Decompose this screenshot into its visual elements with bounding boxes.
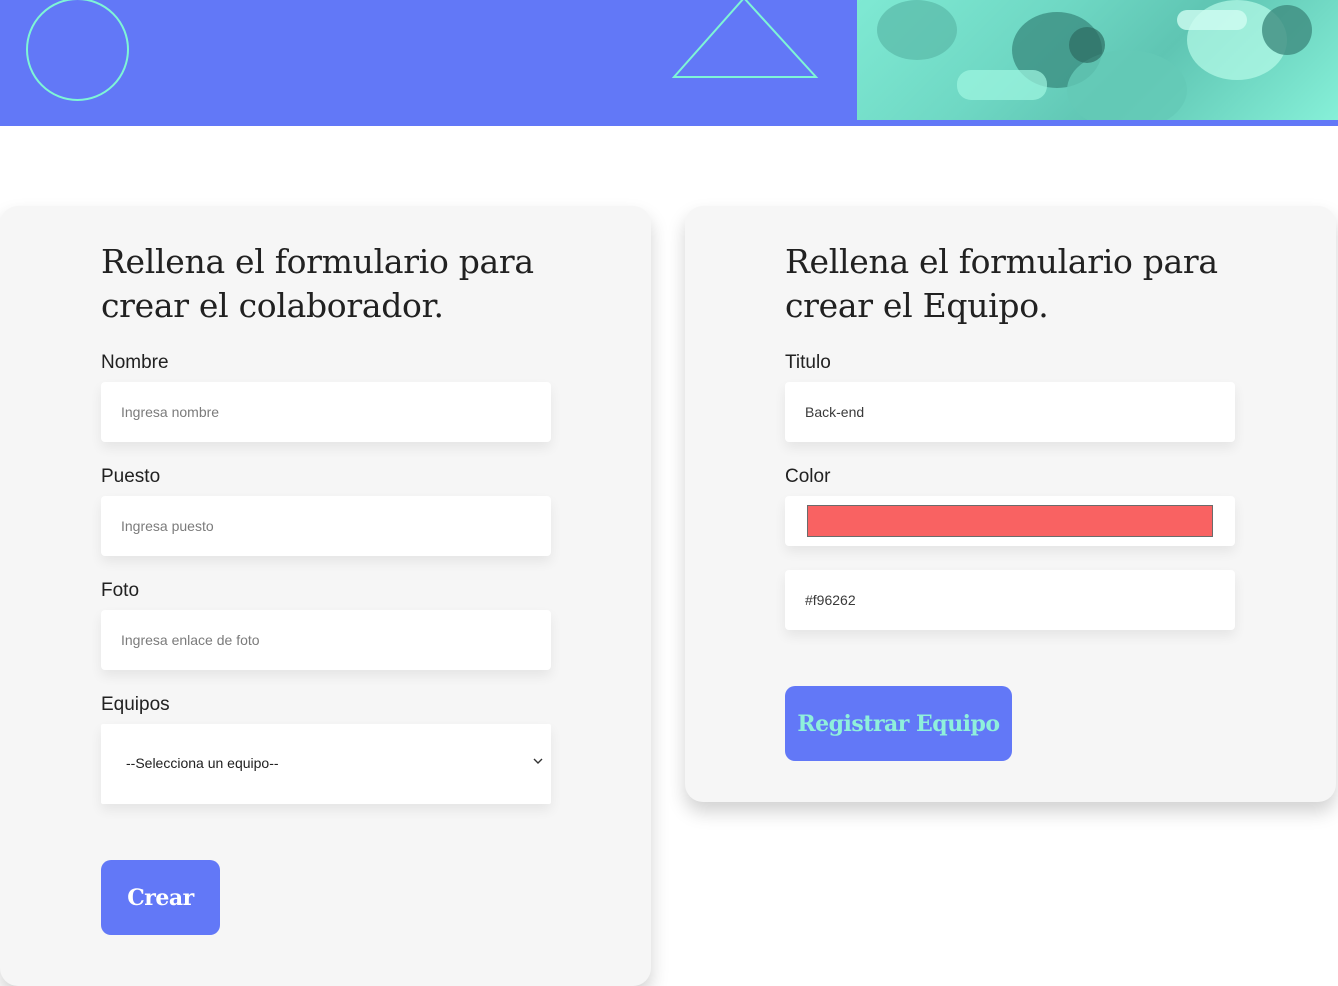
foto-input[interactable] xyxy=(101,610,551,670)
team-hands-photo xyxy=(857,0,1338,120)
registrar-equipo-button[interactable]: Registrar Equipo xyxy=(785,686,1012,761)
color-picker[interactable] xyxy=(785,496,1235,546)
team-select[interactable]: --Selecciona un equipo-- xyxy=(101,724,551,804)
color-swatch[interactable] xyxy=(807,505,1213,537)
crear-button[interactable]: Crear xyxy=(101,860,220,935)
color-hex-input[interactable] xyxy=(785,570,1235,630)
titulo-label: Titulo xyxy=(785,352,831,373)
foto-label: Foto xyxy=(101,580,140,601)
collaborator-form-title: Rellena el formulario para crear el cola… xyxy=(101,242,534,325)
nombre-label: Nombre xyxy=(101,352,169,373)
equipos-label: Equipos xyxy=(101,694,170,715)
header-banner xyxy=(0,0,1338,126)
circle-outline-icon xyxy=(26,0,129,101)
collaborator-form-card: Rellena el formulario para crear el cola… xyxy=(0,206,651,986)
titulo-input[interactable] xyxy=(785,382,1235,442)
nombre-input[interactable] xyxy=(101,382,551,442)
team-form-card: Rellena el formulario para crear el Equi… xyxy=(685,206,1336,802)
puesto-input[interactable] xyxy=(101,496,551,556)
color-label: Color xyxy=(785,466,831,487)
triangle-outline-icon xyxy=(671,0,819,78)
chevron-down-icon xyxy=(533,758,543,764)
team-form-title: Rellena el formulario para crear el Equi… xyxy=(785,242,1218,325)
puesto-label: Puesto xyxy=(101,466,161,487)
team-select-value: --Selecciona un equipo-- xyxy=(126,755,279,771)
